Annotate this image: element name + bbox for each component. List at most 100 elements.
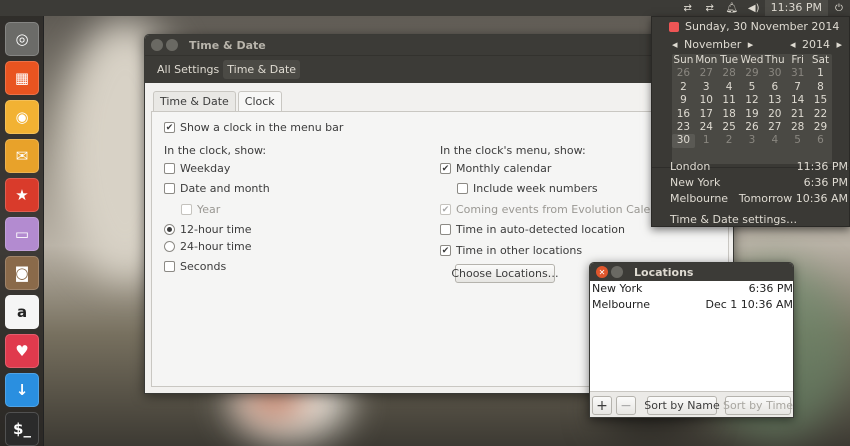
calendar-day[interactable]: 25 [718, 121, 741, 134]
12-hour-option[interactable]: 12-hour time [164, 223, 252, 236]
checkbox-checked[interactable]: ✔ [164, 122, 175, 133]
calendar-day[interactable]: 5 [786, 134, 809, 147]
weekday-option[interactable]: Weekday [164, 162, 230, 175]
calendar-day[interactable]: 2 [672, 81, 695, 94]
sort-by-name-button[interactable]: Sort by Name [644, 396, 720, 415]
time-date-settings-item[interactable]: Time & Date settings… [670, 213, 848, 226]
close-icon[interactable] [151, 39, 163, 51]
add-location-button[interactable]: + [592, 396, 612, 415]
prev-year-arrow[interactable]: ◂ [790, 38, 796, 51]
calendar-day[interactable]: 4 [718, 81, 741, 94]
ubuntu-icon[interactable]: ◎ [5, 22, 39, 56]
calendar-day[interactable]: 29 [809, 121, 832, 134]
calendar-day[interactable]: 1 [809, 67, 832, 80]
monthly-calendar-option[interactable]: ✔ Monthly calendar [440, 162, 551, 175]
calendar-day[interactable]: 23 [672, 121, 695, 134]
calendar-day[interactable]: 27 [763, 121, 786, 134]
radio-selected[interactable] [164, 224, 175, 235]
notification-icon[interactable]: 🔔︎ [721, 3, 743, 14]
calendar-day[interactable]: 18 [718, 108, 741, 121]
calendar-day[interactable]: 5 [741, 81, 764, 94]
list-item[interactable]: New York 6:36 PM [590, 281, 793, 297]
seconds-option[interactable]: Seconds [164, 260, 226, 273]
show-clock-option[interactable]: ✔ Show a clock in the menu bar [164, 121, 343, 134]
calendar-day[interactable]: 3 [695, 81, 718, 94]
calendar-day[interactable]: 13 [763, 94, 786, 107]
calendar-day[interactable]: 27 [695, 67, 718, 80]
calendar-day[interactable]: 21 [786, 108, 809, 121]
week-numbers-option[interactable]: Include week numbers [457, 182, 598, 195]
calendar-day[interactable]: 1 [695, 134, 718, 147]
close-icon[interactable]: ✕ [596, 266, 608, 278]
calendar-day[interactable]: 26 [672, 67, 695, 80]
panel-clock[interactable]: 11:36 PM [764, 0, 828, 16]
network-icon[interactable]: ⇄ [699, 3, 721, 14]
calendar-day[interactable]: 12 [741, 94, 764, 107]
terminal-icon[interactable]: $_ [5, 412, 39, 446]
calendar-day[interactable]: 30 [672, 134, 695, 148]
calendar-day[interactable]: 11 [718, 94, 741, 107]
amazon-icon[interactable]: a [5, 295, 39, 329]
chrome-icon[interactable]: ◉ [5, 100, 39, 134]
calendar-day[interactable]: 30 [763, 67, 786, 80]
checkbox[interactable] [164, 183, 175, 194]
date-month-option[interactable]: Date and month [164, 182, 270, 195]
other-locations-option[interactable]: ✔ Time in other locations [440, 244, 582, 257]
calendar-day[interactable]: 4 [763, 134, 786, 147]
auto-location-option[interactable]: Time in auto-detected location [440, 223, 625, 236]
city-row-melbourne[interactable]: Melbourne Tomorrow 10:36 AM [670, 192, 848, 205]
calendar-day[interactable]: 20 [763, 108, 786, 121]
network-icon[interactable]: ⇄ [677, 3, 699, 14]
calendar-day[interactable]: 15 [809, 94, 832, 107]
radio[interactable] [164, 241, 175, 252]
calendar-day[interactable]: 8 [809, 81, 832, 94]
calendar-day[interactable]: 14 [786, 94, 809, 107]
calendar-day[interactable]: 26 [741, 121, 764, 134]
city-row-london[interactable]: London 11:36 PM [670, 160, 848, 173]
calendar-day[interactable]: 6 [809, 134, 832, 147]
volume-icon[interactable]: ◀) [743, 3, 765, 14]
calendar-day[interactable]: 7 [786, 81, 809, 94]
calendar-day[interactable]: 10 [695, 94, 718, 107]
calendar-day[interactable]: 16 [672, 108, 695, 121]
remove-location-button[interactable]: − [616, 396, 636, 415]
calendar-day[interactable]: 2 [718, 134, 741, 147]
calendar-day[interactable]: 6 [763, 81, 786, 94]
calendar-day[interactable]: 28 [786, 121, 809, 134]
24-hour-option[interactable]: 24-hour time [164, 240, 252, 253]
city-row-new-york[interactable]: New York 6:36 PM [670, 176, 848, 189]
checkbox[interactable] [164, 261, 175, 272]
checkbox[interactable] [440, 224, 451, 235]
prev-month-arrow[interactable]: ◂ [672, 38, 678, 51]
calendar-day[interactable]: 31 [786, 67, 809, 80]
calendar-day[interactable]: 22 [809, 108, 832, 121]
calendar-day[interactable]: 28 [718, 67, 741, 80]
star-icon[interactable]: ★ [5, 178, 39, 212]
checkbox[interactable] [164, 163, 175, 174]
power-icon[interactable]: ⏻ [828, 3, 850, 14]
checkbox-checked[interactable]: ✔ [440, 245, 451, 256]
list-item[interactable]: Melbourne Dec 1 10:36 AM [590, 297, 793, 313]
sort-by-time-button[interactable]: Sort by Time [723, 396, 793, 415]
files-icon[interactable]: ▭ [5, 217, 39, 251]
calendar-day[interactable]: 9 [672, 94, 695, 107]
minimize-icon[interactable] [166, 39, 178, 51]
tab-time-date[interactable]: Time & Date [153, 91, 236, 111]
choose-locations-button[interactable]: Choose Locations… [451, 264, 559, 283]
minimize-icon[interactable] [611, 266, 623, 278]
calendar-day[interactable]: 17 [695, 108, 718, 121]
apps-icon[interactable]: ▦ [5, 61, 39, 95]
mail-icon[interactable]: ✉ [5, 139, 39, 173]
breadcrumb-all-settings[interactable]: All Settings [153, 60, 223, 79]
calendar-day[interactable]: 29 [741, 67, 764, 80]
tab-clock[interactable]: Clock [237, 91, 282, 111]
next-year-arrow[interactable]: ▸ [837, 38, 843, 51]
breadcrumb-time-date[interactable]: Time & Date [223, 60, 301, 79]
download-icon[interactable]: ↓ [5, 373, 39, 407]
checkbox-checked[interactable]: ✔ [440, 163, 451, 174]
pocket-icon[interactable]: ♥ [5, 334, 39, 368]
calendar-day[interactable]: 24 [695, 121, 718, 134]
checkbox[interactable] [457, 183, 468, 194]
next-month-arrow[interactable]: ▸ [748, 38, 754, 51]
calendar-day[interactable]: 3 [741, 134, 764, 147]
